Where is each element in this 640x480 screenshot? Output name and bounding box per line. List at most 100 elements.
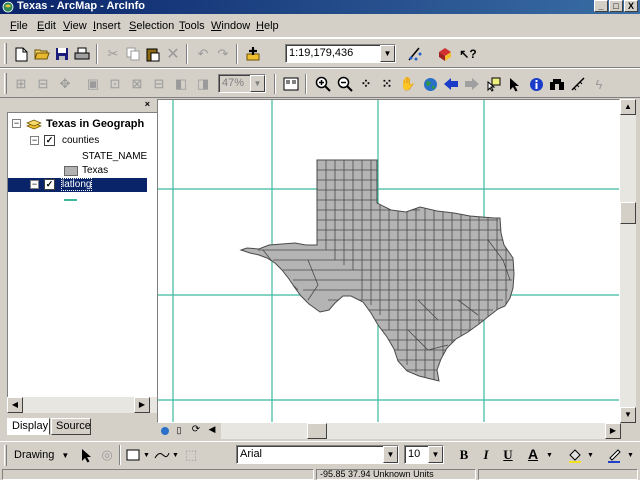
add-data-icon[interactable] [244,45,262,63]
dropdown-arrow-icon[interactable]: ▼ [428,446,443,463]
measure-icon[interactable] [569,75,587,93]
rectangle-tool-icon[interactable] [124,446,142,464]
layout-pan-icon[interactable]: ✥ [56,75,74,93]
pause-drawing-icon[interactable]: ◀ [205,424,219,438]
layout-zoom-combo[interactable]: 47% ▼ [218,74,266,93]
delete-icon[interactable]: ✕ [164,45,182,63]
menu-selection[interactable]: Selection [129,20,174,32]
toc-horizontal-scrollbar[interactable]: ◀ ▶ [7,397,158,413]
menu-file[interactable]: File [10,20,28,32]
layout-zoom-in-icon[interactable]: ⊞ [12,75,30,93]
font-name-combo[interactable]: Arial ▼ [236,445,399,464]
go-forward-extent-icon[interactable]: ◨ [194,75,212,93]
go-back-extent-icon[interactable]: ◧ [172,75,190,93]
rotate-icon[interactable]: ◎ [98,446,116,464]
tree-layer-latlong[interactable]: − ✓ latlong [8,178,147,192]
paste-icon[interactable] [144,45,162,63]
toggle-draft-mode-icon[interactable] [282,75,300,93]
scroll-left-icon[interactable]: ◀ [7,397,23,413]
fixed-zoom-out-icon[interactable]: ⊟ [150,75,168,93]
new-document-icon[interactable] [12,45,30,63]
layer-visibility-checkbox[interactable]: ✓ [44,179,55,190]
fixed-zoom-in-icon[interactable]: ⊠ [128,75,146,93]
dropdown-arrow-icon[interactable]: ▼ [627,452,634,459]
select-elements-icon[interactable] [78,446,96,464]
bold-button[interactable]: B [455,446,473,464]
scroll-up-icon[interactable]: ▲ [620,99,636,115]
map-vertical-scrollbar[interactable]: ▲ ▼ [620,99,636,423]
select-features-icon[interactable] [485,75,503,93]
scroll-right-icon[interactable]: ▶ [134,397,150,413]
identify-icon[interactable] [527,75,545,93]
tab-display[interactable]: Display [7,418,50,435]
menu-tools[interactable]: Tools [179,20,205,32]
whats-this-help-icon[interactable]: ↖? [459,45,477,63]
menu-help[interactable]: Help [256,20,279,32]
scroll-right-icon[interactable]: ▶ [605,423,621,439]
editor-toolbar-icon[interactable] [406,45,424,63]
zoom-out-icon[interactable] [336,75,354,93]
print-icon[interactable] [73,45,91,63]
fixed-zoom-out-map-icon[interactable]: ⁙ [378,75,396,93]
collapse-icon[interactable]: − [12,119,21,128]
data-view-icon[interactable] [159,425,171,437]
font-size-combo[interactable]: 10 ▼ [404,445,444,464]
tab-source[interactable]: Source [51,418,91,435]
menu-insert[interactable]: Insert [93,20,121,32]
zoom-whole-page-icon[interactable]: ▣ [84,75,102,93]
full-extent-globe-icon[interactable] [421,75,439,93]
italic-button[interactable]: I [477,446,495,464]
close-button[interactable]: X [624,0,638,12]
underline-button[interactable]: U [499,446,517,464]
zoom-100-icon[interactable]: ⊡ [106,75,124,93]
forward-extent-arrow-icon[interactable] [463,75,481,93]
horizontal-scroll-thumb[interactable] [307,423,327,439]
open-folder-icon[interactable] [33,45,51,63]
dropdown-arrow-icon[interactable]: ▼ [546,452,553,459]
toc-close-icon[interactable]: × [145,99,150,109]
line-color-pen-icon[interactable] [605,446,623,464]
find-binoculars-icon[interactable] [548,75,566,93]
menu-view[interactable]: View [63,20,87,32]
dropdown-arrow-icon[interactable]: ▼ [143,452,150,459]
select-elements-arrow-icon[interactable] [506,75,524,93]
dropdown-arrow-icon[interactable]: ▼ [380,45,395,62]
back-extent-arrow-icon[interactable] [442,75,460,93]
copy-icon[interactable] [124,45,142,63]
save-icon[interactable] [53,45,71,63]
arctoolbox-icon[interactable] [436,45,454,63]
map-canvas[interactable] [157,99,620,423]
layout-view-icon[interactable]: ▯ [173,425,185,437]
cut-icon[interactable]: ✂ [104,45,122,63]
toolbar-grip[interactable] [4,73,7,94]
vertical-scroll-thumb[interactable] [620,202,636,224]
toolbar-grip[interactable] [4,43,7,64]
redo-icon[interactable]: ↷ [214,45,232,63]
font-color-button[interactable]: A [524,445,542,463]
menu-window[interactable]: Window [211,20,250,32]
scroll-down-icon[interactable]: ▼ [620,407,636,423]
layout-zoom-out-icon[interactable]: ⊟ [34,75,52,93]
fill-color-bucket-icon[interactable] [566,446,584,464]
map-scale-combo[interactable]: 1:19,179,436 ▼ [285,44,396,63]
layer-visibility-checkbox[interactable]: ✓ [44,135,55,146]
line-tool-icon[interactable] [153,446,171,464]
minimize-button[interactable]: _ [594,0,608,12]
dropdown-arrow-icon[interactable]: ▼ [587,452,594,459]
undo-icon[interactable]: ↶ [194,45,212,63]
collapse-icon[interactable]: − [30,136,39,145]
maximize-button[interactable]: □ [609,0,623,12]
map-horizontal-scrollbar[interactable]: ▶ [221,423,621,439]
edit-vertices-icon[interactable]: ⬚ [182,446,200,464]
hyperlink-lightning-icon[interactable]: ϟ [590,75,608,93]
dropdown-arrow-icon[interactable]: ▼ [250,75,265,92]
zoom-in-icon[interactable] [314,75,332,93]
dropdown-arrow-icon[interactable]: ▼ [172,452,179,459]
refresh-view-icon[interactable]: ⟳ [189,424,203,438]
toolbar-grip[interactable] [4,445,7,466]
menu-edit[interactable]: Edit [37,20,56,32]
collapse-icon[interactable]: − [30,180,39,189]
drawing-menu-button[interactable]: Drawing ▼ [14,449,69,461]
dropdown-arrow-icon[interactable]: ▼ [383,446,398,463]
pan-hand-icon[interactable]: ✋ [399,75,417,93]
